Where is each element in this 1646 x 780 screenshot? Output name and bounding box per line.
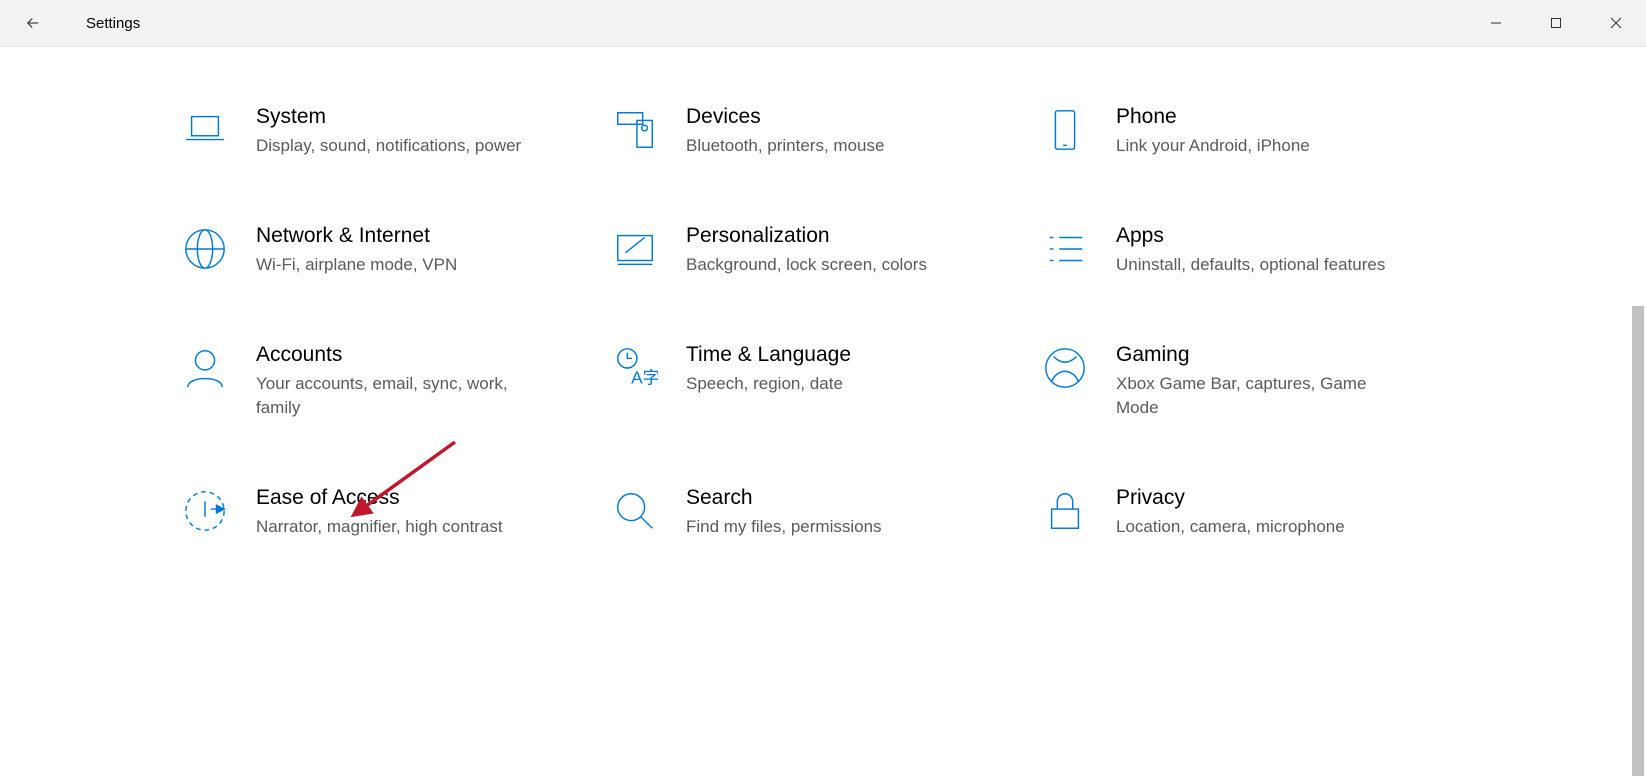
category-desc: Uninstall, defaults, optional features	[1116, 253, 1385, 277]
category-title: Phone	[1116, 103, 1310, 130]
vertical-scrollbar[interactable]	[1630, 46, 1646, 780]
category-privacy[interactable]: Privacy Location, camera, microphone	[1040, 484, 1470, 539]
category-desc: Bluetooth, printers, mouse	[686, 134, 884, 158]
category-devices[interactable]: Devices Bluetooth, printers, mouse	[610, 103, 1040, 158]
svg-text:A字: A字	[631, 368, 658, 388]
window-title: Settings	[56, 15, 140, 32]
category-grid: System Display, sound, notifications, po…	[180, 103, 1580, 539]
minimize-button[interactable]	[1466, 0, 1526, 46]
category-desc: Location, camera, microphone	[1116, 515, 1345, 539]
close-icon	[1610, 17, 1622, 29]
maximize-button[interactable]	[1526, 0, 1586, 46]
category-title: Ease of Access	[256, 484, 503, 511]
category-search[interactable]: Search Find my files, permissions	[610, 484, 1040, 539]
maximize-icon	[1550, 17, 1562, 29]
category-personalization[interactable]: Personalization Background, lock screen,…	[610, 222, 1040, 277]
category-title: Personalization	[686, 222, 927, 249]
minimize-icon	[1490, 17, 1502, 29]
lock-icon	[1040, 488, 1090, 538]
category-time-language[interactable]: A字 Time & Language Speech, region, date	[610, 341, 1040, 420]
category-desc: Narrator, magnifier, high contrast	[256, 515, 503, 539]
category-desc: Your accounts, email, sync, work, family	[256, 372, 536, 420]
list-icon	[1040, 226, 1090, 276]
arrow-left-icon	[24, 14, 42, 32]
category-text: Ease of Access Narrator, magnifier, high…	[230, 484, 503, 539]
category-text: Search Find my files, permissions	[660, 484, 882, 539]
category-text: Personalization Background, lock screen,…	[660, 222, 927, 277]
paintbrush-icon	[610, 226, 660, 276]
scrollbar-thumb[interactable]	[1632, 306, 1644, 776]
category-title: Time & Language	[686, 341, 851, 368]
xbox-icon	[1040, 345, 1090, 395]
ease-of-access-icon	[180, 488, 230, 538]
devices-icon	[610, 107, 660, 157]
close-button[interactable]	[1586, 0, 1646, 46]
category-phone[interactable]: Phone Link your Android, iPhone	[1040, 103, 1470, 158]
globe-icon	[180, 226, 230, 276]
category-apps[interactable]: Apps Uninstall, defaults, optional featu…	[1040, 222, 1470, 277]
titlebar-left: Settings	[0, 0, 140, 46]
category-title: Search	[686, 484, 882, 511]
category-title: Apps	[1116, 222, 1385, 249]
category-title: Accounts	[256, 341, 536, 368]
category-title: Devices	[686, 103, 884, 130]
category-desc: Display, sound, notifications, power	[256, 134, 521, 158]
category-text: Network & Internet Wi-Fi, airplane mode,…	[230, 222, 457, 277]
titlebar: Settings	[0, 0, 1646, 47]
category-text: Gaming Xbox Game Bar, captures, Game Mod…	[1090, 341, 1396, 420]
category-desc: Find my files, permissions	[686, 515, 882, 539]
window-controls	[1466, 0, 1646, 46]
category-system[interactable]: System Display, sound, notifications, po…	[180, 103, 610, 158]
category-network[interactable]: Network & Internet Wi-Fi, airplane mode,…	[180, 222, 610, 277]
category-desc: Wi-Fi, airplane mode, VPN	[256, 253, 457, 277]
search-icon	[610, 488, 660, 538]
category-desc: Xbox Game Bar, captures, Game Mode	[1116, 372, 1396, 420]
phone-icon	[1040, 107, 1090, 157]
category-text: Time & Language Speech, region, date	[660, 341, 851, 396]
category-title: System	[256, 103, 521, 130]
time-language-icon: A字	[610, 345, 660, 395]
category-desc: Speech, region, date	[686, 372, 851, 396]
category-text: Devices Bluetooth, printers, mouse	[660, 103, 884, 158]
category-desc: Background, lock screen, colors	[686, 253, 927, 277]
category-text: Phone Link your Android, iPhone	[1090, 103, 1310, 158]
category-desc: Link your Android, iPhone	[1116, 134, 1310, 158]
person-icon	[180, 345, 230, 395]
category-title: Gaming	[1116, 341, 1396, 368]
back-button[interactable]	[10, 0, 56, 46]
laptop-icon	[180, 107, 230, 157]
category-title: Network & Internet	[256, 222, 457, 249]
category-ease-of-access[interactable]: Ease of Access Narrator, magnifier, high…	[180, 484, 610, 539]
category-text: Accounts Your accounts, email, sync, wor…	[230, 341, 536, 420]
category-text: Apps Uninstall, defaults, optional featu…	[1090, 222, 1385, 277]
category-accounts[interactable]: Accounts Your accounts, email, sync, wor…	[180, 341, 610, 420]
category-title: Privacy	[1116, 484, 1345, 511]
category-text: Privacy Location, camera, microphone	[1090, 484, 1345, 539]
category-gaming[interactable]: Gaming Xbox Game Bar, captures, Game Mod…	[1040, 341, 1470, 420]
settings-home: System Display, sound, notifications, po…	[0, 47, 1580, 539]
category-text: System Display, sound, notifications, po…	[230, 103, 521, 158]
